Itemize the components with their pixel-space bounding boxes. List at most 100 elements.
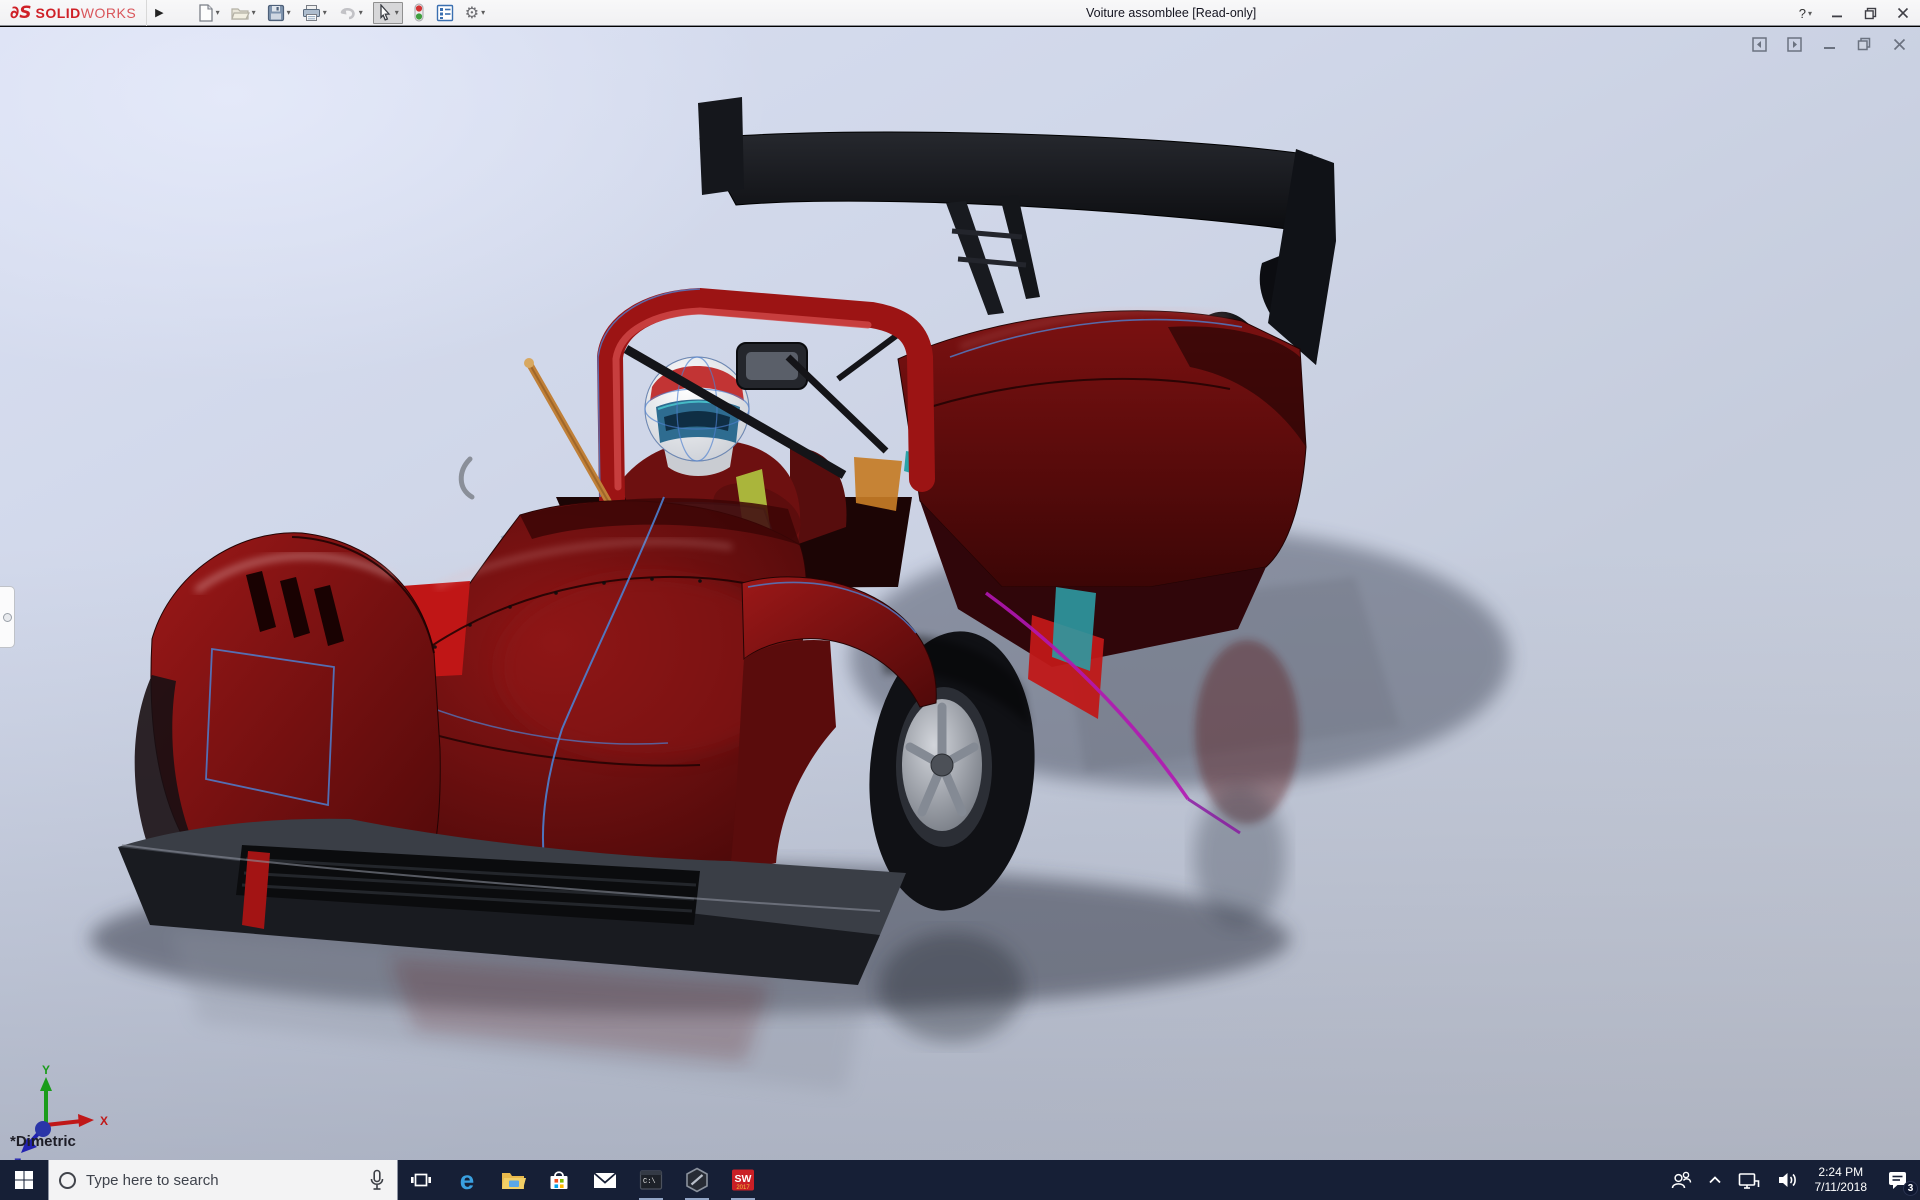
triad-x-arrow-icon bbox=[78, 1114, 94, 1127]
svg-text:SW: SW bbox=[735, 1173, 752, 1185]
pane-right-button[interactable] bbox=[1785, 35, 1803, 53]
task-view-button[interactable] bbox=[398, 1160, 444, 1200]
start-button[interactable] bbox=[0, 1160, 48, 1200]
display-options-button[interactable] bbox=[435, 2, 455, 24]
volume-button[interactable] bbox=[1768, 1160, 1806, 1200]
chevron-up-icon bbox=[1708, 1176, 1721, 1184]
gear-icon: ⚙ bbox=[464, 2, 480, 22]
document-window-controls bbox=[1750, 35, 1908, 53]
show-hidden-icons-button[interactable] bbox=[1700, 1160, 1730, 1200]
dropdown-caret-icon[interactable]: ▾ bbox=[287, 8, 291, 17]
feature-tree-flyout-tab[interactable] bbox=[0, 586, 15, 648]
doc-close-button[interactable] bbox=[1890, 35, 1908, 53]
save-button[interactable]: ▾ bbox=[266, 2, 292, 24]
taskbar: e bbox=[0, 1160, 1920, 1200]
minimize-icon bbox=[1832, 15, 1842, 18]
hexagon-tool-icon bbox=[686, 1167, 708, 1193]
pane-left-button[interactable] bbox=[1750, 35, 1768, 53]
people-icon bbox=[1671, 1171, 1691, 1189]
select-tool-button[interactable]: ▾ bbox=[372, 1, 403, 24]
titlebar: ∂S SOLID WORKS ▶ ▾ ▾ ▾ ▾ ▾ ▾ ⚙ ▾ Voiture… bbox=[0, 0, 1920, 26]
save-floppy-icon bbox=[267, 4, 284, 21]
dropdown-caret-icon[interactable]: ▾ bbox=[481, 8, 485, 17]
options-button[interactable]: ⚙ ▾ bbox=[464, 2, 486, 24]
undo-button[interactable]: ▾ bbox=[337, 2, 364, 24]
microsoft-store-icon bbox=[550, 1171, 568, 1189]
open-folder-icon bbox=[230, 7, 250, 20]
solidworks-logo-mark-icon: ∂S bbox=[10, 2, 32, 23]
doc-restore-button[interactable] bbox=[1855, 35, 1873, 53]
dropdown-caret-icon[interactable]: ▾ bbox=[323, 8, 327, 17]
restore-button[interactable] bbox=[1861, 4, 1879, 22]
stoplight-icon bbox=[414, 3, 424, 22]
dropdown-caret-icon[interactable]: ▾ bbox=[1808, 9, 1812, 18]
solidworks-app-icon: SW 2017 bbox=[732, 1169, 754, 1191]
svg-text:e: e bbox=[460, 1166, 474, 1194]
edge-browser-icon: e bbox=[460, 1166, 474, 1194]
help-label: ? bbox=[1798, 5, 1806, 21]
titlebar-controls: ? ▾ bbox=[1798, 0, 1912, 26]
select-cursor-icon bbox=[380, 4, 391, 21]
action-center-button[interactable]: 3 bbox=[1876, 1160, 1920, 1200]
help-button[interactable]: ? ▾ bbox=[1798, 2, 1813, 24]
triad-y-label: Y bbox=[42, 1063, 50, 1077]
properties-list-icon bbox=[436, 4, 453, 21]
windows-logo-icon bbox=[15, 1171, 33, 1189]
file-explorer-icon bbox=[502, 1173, 526, 1189]
viewport-canvas[interactable]: Y X Z *Dimetric bbox=[0, 27, 1920, 1160]
cortana-icon bbox=[59, 1171, 76, 1189]
print-icon bbox=[302, 4, 320, 21]
menu-flyout-arrow-icon[interactable]: ▶ bbox=[147, 2, 171, 23]
taskbar-app-solidworks[interactable]: SW 2017 bbox=[720, 1160, 766, 1200]
svg-text:2017: 2017 bbox=[736, 1185, 750, 1191]
search-input[interactable] bbox=[86, 1171, 357, 1189]
clock-time: 2:24 PM bbox=[1818, 1165, 1864, 1179]
clock[interactable]: 2:24 PM 7/11/2018 bbox=[1806, 1160, 1877, 1200]
rebuild-stoplight-button[interactable] bbox=[412, 2, 426, 24]
new-document-button[interactable]: ▾ bbox=[196, 2, 221, 24]
flyout-expand-icon bbox=[2, 612, 12, 622]
taskbar-app-hexagon-tool[interactable] bbox=[674, 1160, 720, 1200]
document-title: Voiture assomblee [Read-only] bbox=[1086, 6, 1257, 20]
new-document-icon bbox=[198, 3, 213, 22]
mirror-stalk bbox=[524, 358, 612, 505]
brand-name-bold: SOLID bbox=[35, 4, 81, 21]
screen: ∂S SOLID WORKS ▶ ▾ ▾ ▾ ▾ ▾ ▾ ⚙ ▾ Voiture… bbox=[0, 0, 1920, 1200]
svg-text:C:\: C:\ bbox=[643, 1178, 656, 1186]
speaker-icon bbox=[1778, 1173, 1796, 1187]
amber-interior-panel bbox=[854, 457, 902, 511]
system-tray: 2:24 PM 7/11/2018 3 bbox=[1662, 1160, 1920, 1200]
taskbar-app-command-prompt[interactable]: C:\ bbox=[628, 1160, 674, 1200]
notification-badge: 3 bbox=[1903, 1181, 1918, 1196]
taskbar-app-file-explorer[interactable] bbox=[490, 1160, 536, 1200]
clock-date: 7/11/2018 bbox=[1814, 1180, 1868, 1194]
doc-minimize-button[interactable] bbox=[1820, 35, 1838, 53]
view-orientation-label: *Dimetric bbox=[10, 1133, 76, 1150]
taskbar-app-mail[interactable] bbox=[582, 1160, 628, 1200]
taskbar-app-edge[interactable]: e bbox=[444, 1160, 490, 1200]
people-button[interactable] bbox=[1662, 1160, 1700, 1200]
print-button[interactable]: ▾ bbox=[301, 2, 328, 24]
command-prompt-icon: C:\ bbox=[639, 1170, 663, 1190]
quick-toolbar: ▾ ▾ ▾ ▾ ▾ ▾ ⚙ ▾ bbox=[196, 0, 486, 26]
dropdown-caret-icon[interactable]: ▾ bbox=[395, 8, 399, 17]
triad-x-label: X bbox=[100, 1114, 108, 1128]
microphone-icon[interactable] bbox=[369, 1169, 385, 1191]
dropdown-caret-icon[interactable]: ▾ bbox=[216, 8, 220, 17]
triad-y-arrow-icon bbox=[40, 1077, 52, 1091]
minimize-button[interactable] bbox=[1828, 4, 1846, 22]
undo-arrow-icon bbox=[340, 7, 355, 19]
dropdown-caret-icon[interactable]: ▾ bbox=[252, 8, 256, 17]
brand-name-light: WORKS bbox=[80, 4, 137, 21]
open-document-button[interactable]: ▾ bbox=[230, 2, 257, 24]
taskbar-search[interactable] bbox=[48, 1160, 398, 1200]
network-ethernet-icon bbox=[1738, 1173, 1759, 1189]
mail-icon bbox=[593, 1172, 617, 1188]
taskbar-app-microsoft-store[interactable] bbox=[536, 1160, 582, 1200]
dropdown-caret-icon[interactable]: ▾ bbox=[359, 8, 363, 17]
close-button[interactable] bbox=[1894, 4, 1912, 22]
network-button[interactable] bbox=[1730, 1160, 1768, 1200]
close-icon bbox=[1897, 7, 1909, 19]
task-view-icon bbox=[411, 1173, 431, 1187]
car-3d-model[interactable] bbox=[0, 27, 1920, 1160]
